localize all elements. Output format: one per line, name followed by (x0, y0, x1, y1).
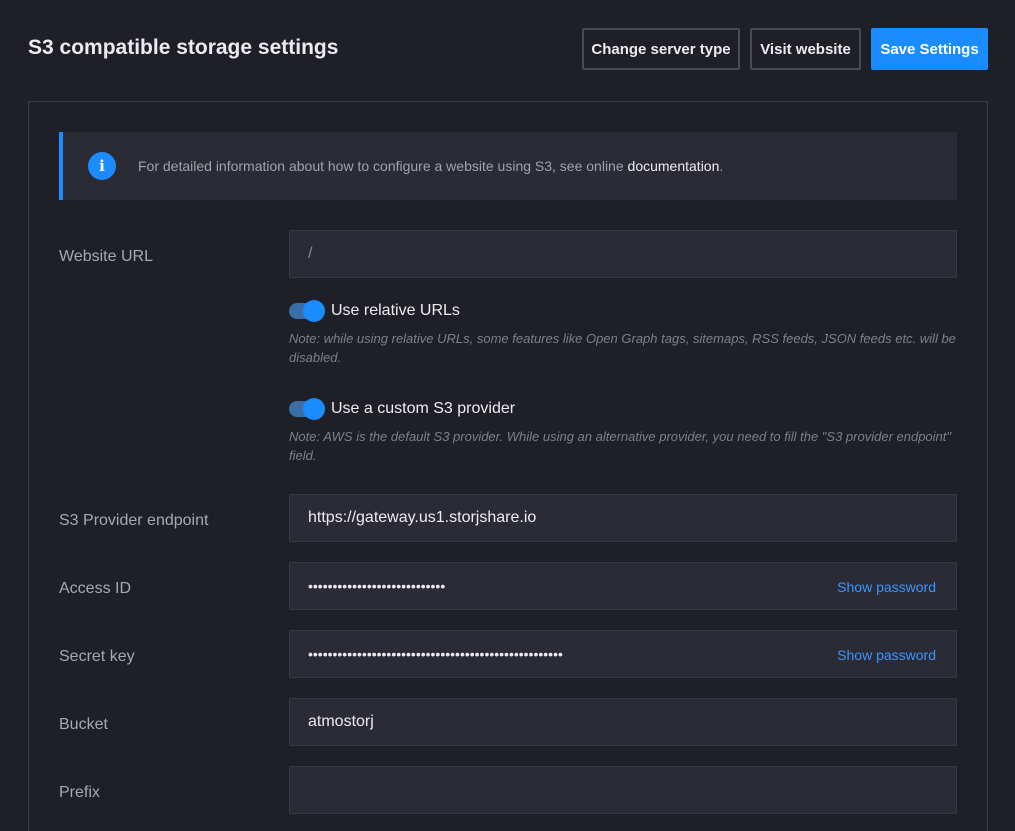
documentation-link[interactable]: documentation (628, 158, 720, 174)
access-id-show-password[interactable]: Show password (837, 579, 936, 595)
website-url-input[interactable]: / (289, 230, 957, 278)
info-icon: i (88, 152, 116, 180)
bucket-label: Bucket (59, 716, 108, 733)
bucket-input[interactable]: atmostorj (289, 698, 957, 746)
page-header: S3 compatible storage settings Change se… (0, 0, 1015, 100)
endpoint-input[interactable]: https://gateway.us1.storjshare.io (289, 494, 957, 542)
endpoint-label: S3 Provider endpoint (59, 512, 209, 529)
secret-key-show-password[interactable]: Show password (837, 647, 936, 663)
secret-key-label: Secret key (59, 648, 135, 665)
info-suffix: . (719, 158, 724, 174)
page-title: S3 compatible storage settings (28, 36, 339, 59)
website-url-value: / (308, 245, 313, 262)
secret-key-value: ••••••••••••••••••••••••••••••••••••••••… (308, 646, 563, 662)
access-id-label: Access ID (59, 580, 132, 597)
relative-urls-toggle[interactable] (289, 300, 325, 322)
info-message: For detailed information about how to co… (138, 158, 628, 174)
visit-website-button[interactable]: Visit website (750, 28, 861, 70)
toggle-knob (303, 300, 325, 322)
access-id-value: •••••••••••••••••••••••••••• (308, 578, 446, 594)
custom-provider-label: Use a custom S3 provider (331, 400, 516, 417)
settings-panel: i For detailed information about how to … (28, 101, 988, 831)
custom-provider-note: Note: AWS is the default S3 provider. Wh… (289, 429, 952, 463)
info-box: i For detailed information about how to … (59, 132, 957, 200)
change-server-type-button[interactable]: Change server type (582, 28, 740, 70)
secret-key-input[interactable]: ••••••••••••••••••••••••••••••••••••••••… (289, 630, 957, 678)
relative-urls-label: Use relative URLs (331, 302, 460, 319)
info-text: For detailed information about how to co… (138, 158, 723, 174)
endpoint-value: https://gateway.us1.storjshare.io (308, 509, 537, 526)
custom-provider-toggle[interactable] (289, 398, 325, 420)
relative-urls-row: Use relative URLs (289, 300, 460, 322)
access-id-input[interactable]: •••••••••••••••••••••••••••• Show passwo… (289, 562, 957, 610)
relative-urls-note: Note: while using relative URLs, some fe… (289, 331, 956, 365)
save-settings-button[interactable]: Save Settings (871, 28, 988, 70)
bucket-value: atmostorj (308, 713, 374, 730)
website-url-label: Website URL (59, 248, 153, 265)
toggle-knob (303, 398, 325, 420)
custom-provider-row: Use a custom S3 provider (289, 398, 516, 420)
prefix-label: Prefix (59, 784, 100, 801)
prefix-input[interactable] (289, 766, 957, 814)
